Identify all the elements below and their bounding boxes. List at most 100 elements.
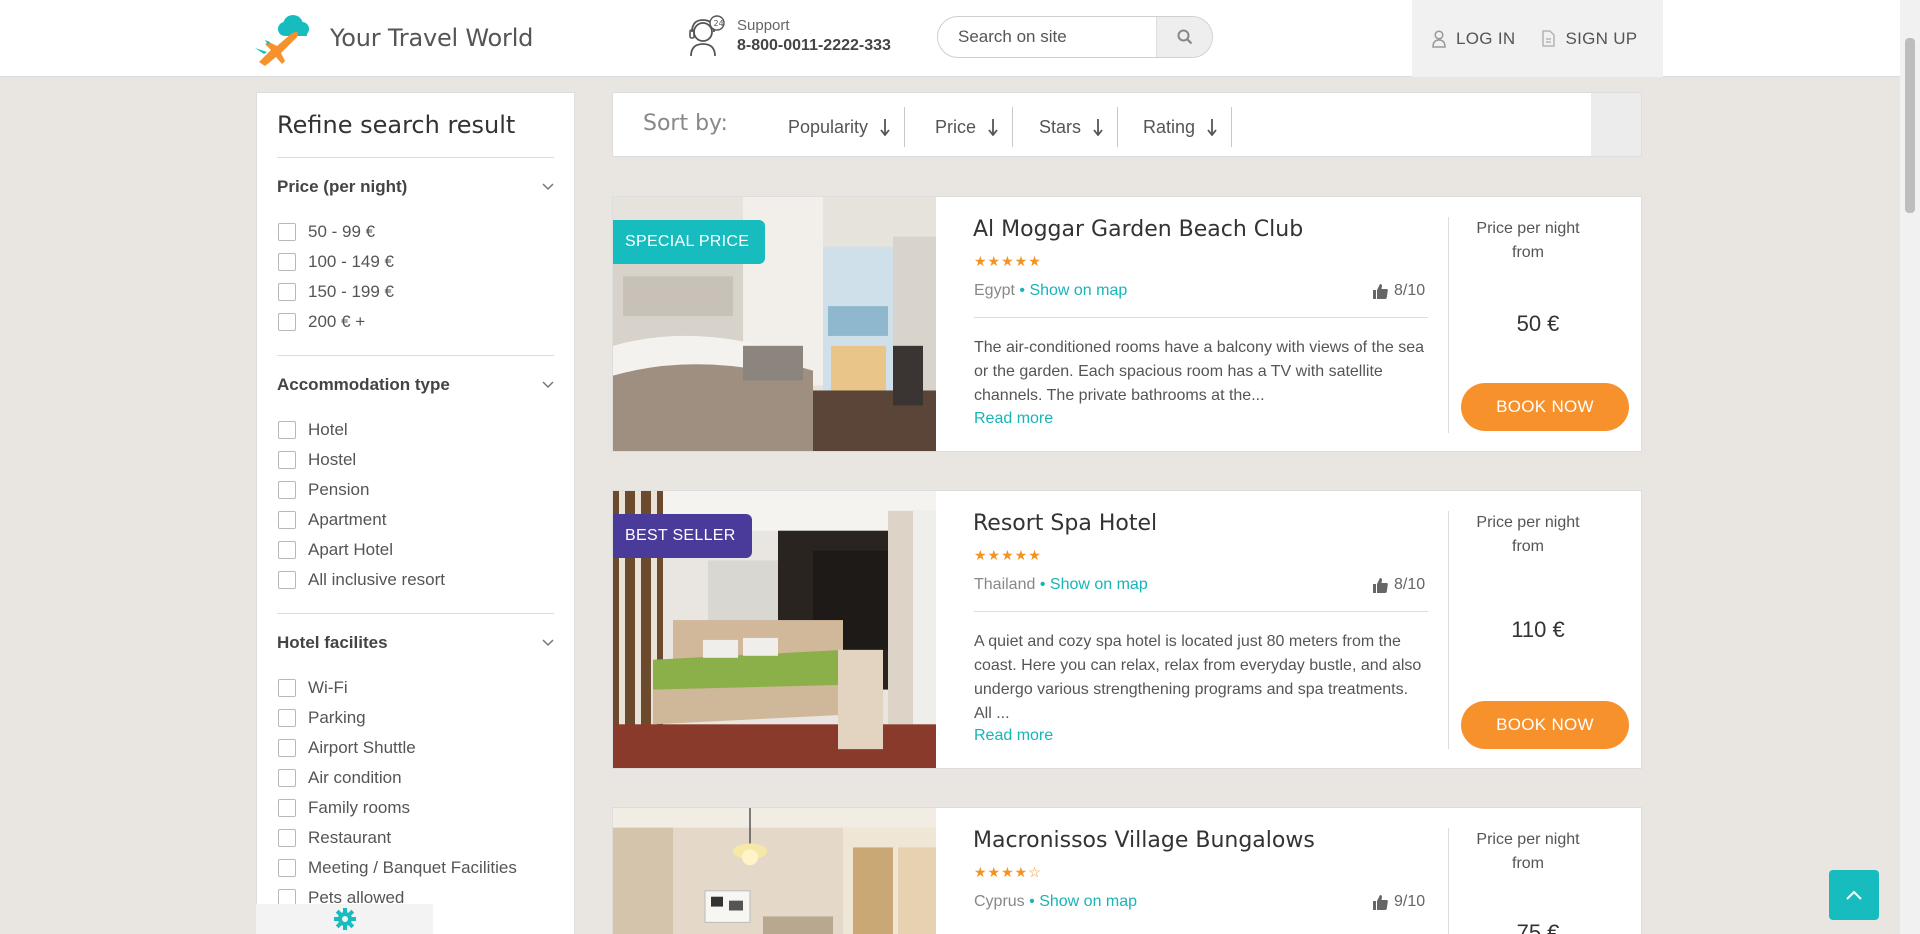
divider [277,613,554,614]
filter-option-label: Air condition [308,768,402,787]
checkbox[interactable] [278,829,296,847]
checkbox[interactable] [278,859,296,877]
sidebar-title: Refine search result [277,111,516,139]
checkbox[interactable] [278,223,296,241]
search-button[interactable] [1156,17,1212,57]
hotel-rating: 9/10 [1373,893,1425,911]
filter-option[interactable]: Hostel [278,445,445,475]
search-icon [1177,29,1192,45]
filter-option[interactable]: 200 € + [278,307,394,337]
filter-option[interactable]: Air condition [278,763,517,793]
search-input[interactable] [938,17,1158,57]
hotel-country: Thailand [974,576,1036,593]
filter-option-label: Parking [308,708,366,727]
checkbox[interactable] [278,709,296,727]
checkbox[interactable] [278,253,296,271]
filter-option[interactable]: Hotel [278,415,445,445]
show-on-map-link[interactable]: Show on map [1050,576,1148,593]
auth-links: LOG IN SIGN UP [1412,0,1663,77]
filter-option[interactable]: Meeting / Banquet Facilities [278,853,517,883]
filter-option[interactable]: 100 - 149 € [278,247,394,277]
hotel-description: The air-conditioned rooms have a balcony… [974,339,1425,404]
checkbox[interactable] [278,679,296,697]
hotel-country: Cyprus [974,893,1025,910]
hotel-price: 75 € [1516,920,1560,934]
brand-name: Your Travel World [330,24,534,52]
filter-option[interactable]: Family rooms [278,793,517,823]
filter-group-accommodation-header[interactable]: Accommodation type [277,375,554,395]
filter-option[interactable]: Airport Shuttle [278,733,517,763]
arrow-down-icon [880,119,890,136]
logo-plane-icon [255,15,309,66]
checkbox[interactable] [278,283,296,301]
sort-rating[interactable]: Rating [1125,107,1233,147]
hotel-name[interactable]: Resort Spa Hotel [973,511,1157,536]
filter-option[interactable]: Apart Hotel [278,535,445,565]
scroll-to-top-button[interactable] [1829,870,1879,920]
user-icon [1432,29,1446,48]
show-on-map-link[interactable]: Show on map [1039,893,1137,910]
checkbox[interactable] [278,769,296,787]
price-label: Price per night from [1476,831,1580,872]
filter-option-label: Apartment [308,510,387,529]
filter-option[interactable]: Pension [278,475,445,505]
divider [974,611,1428,612]
filter-option-label: 100 - 149 € [308,252,395,271]
filter-option[interactable]: Wi-Fi [278,673,517,703]
hotel-photo[interactable] [613,808,936,934]
filter-list-facilities: Wi-Fi Parking Airport Shuttle Air condit… [278,673,517,913]
checkbox[interactable] [278,481,296,499]
read-more-link[interactable]: Read more [974,727,1053,745]
filter-option[interactable]: All inclusive resort [278,565,445,595]
checkbox[interactable] [278,451,296,469]
read-more-link[interactable]: Read more [974,410,1053,428]
checkbox[interactable] [278,421,296,439]
filter-option-label: 200 € + [308,312,366,331]
filter-group-price-header[interactable]: Price (per night) [277,177,554,197]
book-now-button[interactable]: BOOK NOW [1461,701,1629,749]
checkbox[interactable] [278,571,296,589]
filter-group-facilities-header[interactable]: Hotel facilites [277,633,554,653]
hotel-rating: 8/10 [1373,282,1425,300]
hotel-name[interactable]: Al Moggar Garden Beach Club [973,217,1303,242]
checkbox[interactable] [278,739,296,757]
checkbox[interactable] [278,799,296,817]
show-on-map-link[interactable]: Show on map [1029,282,1127,299]
checkbox[interactable] [278,313,296,331]
hotel-stars: ★★★★★ [974,547,1042,563]
filter-option[interactable]: 50 - 99 € [278,217,394,247]
filter-list-accommodation: Hotel Hostel Pension Apartment Apart Hot… [278,415,445,595]
support-phone[interactable]: 8-800-0011-2222-333 [737,37,891,55]
signup-link[interactable]: SIGN UP [1542,29,1637,49]
book-now-button[interactable]: BOOK NOW [1461,383,1629,431]
filter-option[interactable]: Parking [278,703,517,733]
filter-option-label: Hostel [308,450,357,469]
chevron-down-icon [542,639,554,647]
special-price-badge: SPECIAL PRICE [613,220,766,264]
checkbox[interactable] [278,541,296,559]
scrollbar-thumb[interactable] [1905,38,1915,213]
filter-option[interactable]: 150 - 199 € [278,277,394,307]
checkbox[interactable] [278,511,296,529]
page-scrollbar[interactable] [1900,0,1920,934]
filter-option[interactable]: Apartment [278,505,445,535]
hotel-rating: 8/10 [1373,576,1425,594]
filter-option-label: Wi-Fi [308,678,348,697]
sort-popularity[interactable]: Popularity [788,107,906,147]
filter-group-title: Price (per night) [277,177,408,196]
sort-price[interactable]: Price [917,107,1014,147]
brand-logo[interactable]: Your Travel World [255,10,533,66]
settings-tab[interactable] [256,904,433,934]
sort-stars[interactable]: Stars [1021,107,1119,147]
login-label: LOG IN [1456,28,1516,48]
support-label: Support [737,17,790,34]
signup-label: SIGN UP [1565,28,1638,48]
sort-bar: Sort by: Popularity Price Stars Rating [612,92,1642,157]
thumbs-up-icon [1373,283,1388,299]
login-link[interactable]: LOG IN [1432,29,1515,49]
hotel-name[interactable]: Macronissos Village Bungalows [973,828,1315,853]
site-search [937,16,1213,58]
filter-option[interactable]: Restaurant [278,823,517,853]
divider [974,317,1428,318]
filter-option-label: Airport Shuttle [308,738,416,757]
